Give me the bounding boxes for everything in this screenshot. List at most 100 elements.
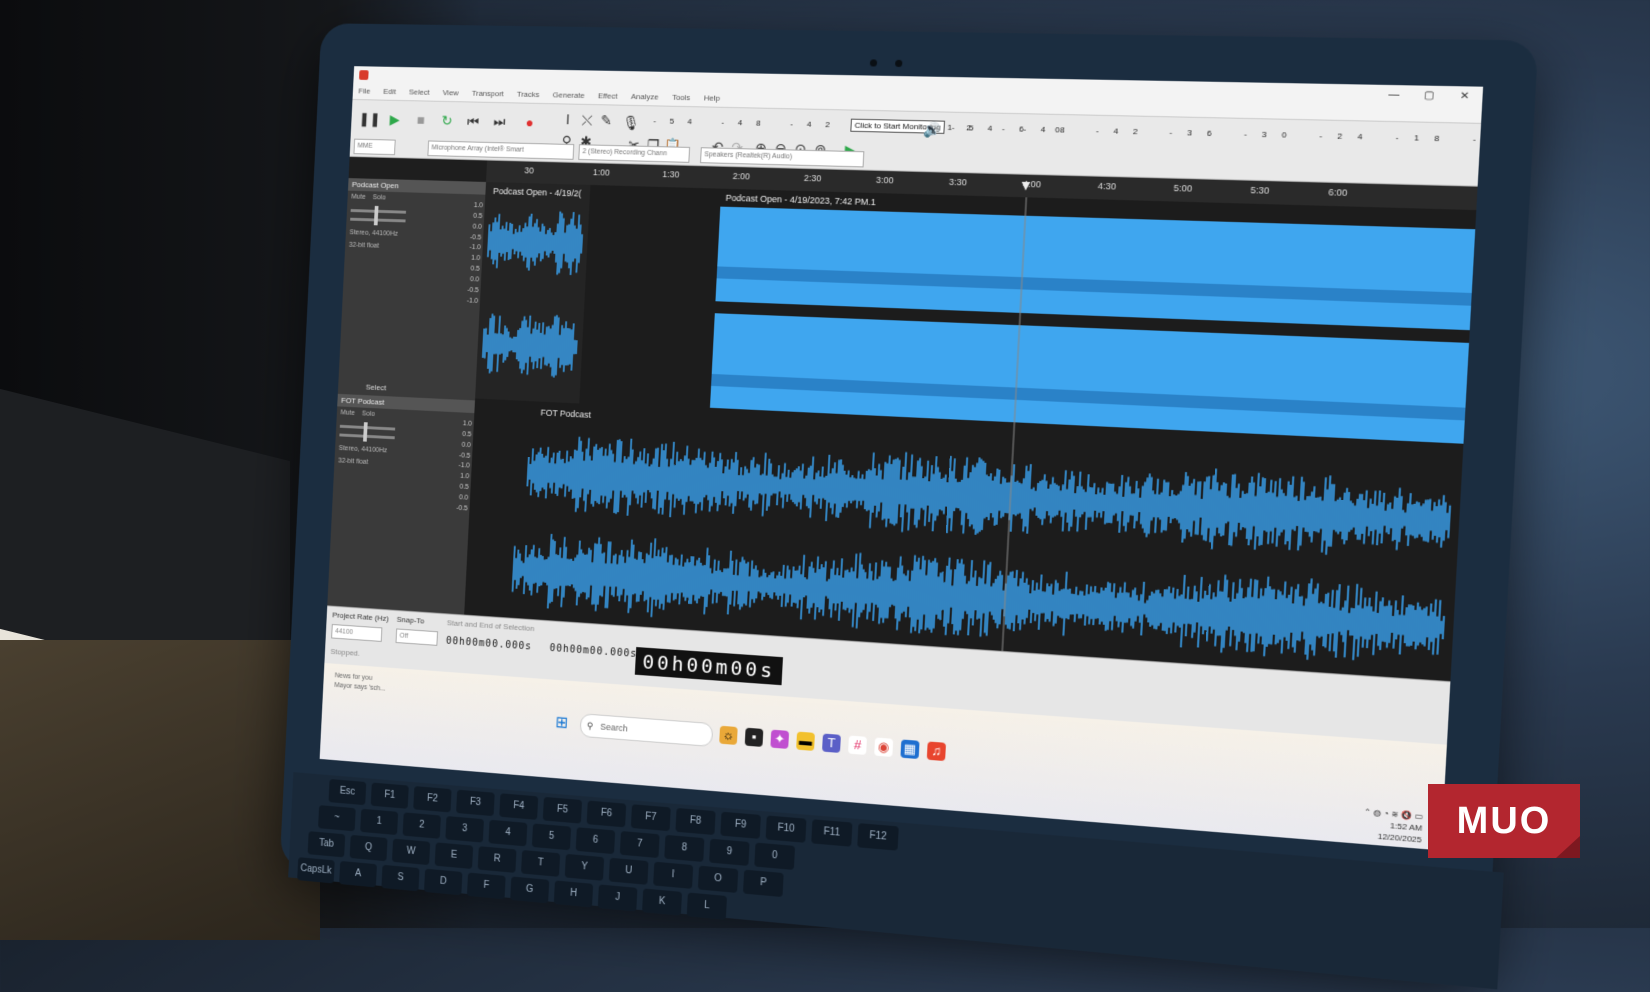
maximize-icon[interactable]: ▢ <box>1411 89 1447 101</box>
snap-to-select[interactable]: Off <box>395 628 439 646</box>
waveform-sample <box>1127 593 1129 623</box>
waveform-sample <box>1146 600 1147 617</box>
waveform-sample <box>1117 593 1119 621</box>
keyboard-key: 4 <box>488 819 528 847</box>
waveform-sample <box>667 467 668 492</box>
select-button[interactable]: Select <box>366 383 387 393</box>
waveform-sample <box>1207 584 1210 641</box>
keyboard-key: F9 <box>720 811 761 839</box>
news-widget[interactable]: News for you Mayor says 'sch... <box>334 671 386 694</box>
windows-start-icon[interactable]: ⊞ <box>555 714 571 732</box>
waveform-sample <box>531 448 533 495</box>
file-explorer-icon[interactable]: ▬ <box>796 731 815 751</box>
menu-analyze[interactable]: Analyze <box>631 89 659 105</box>
skip-start-icon[interactable]: ⏮ <box>462 110 484 132</box>
system-tray[interactable]: ⌃ ◍ ◔ ≋ 🔇 ▭ 1:52 AM 12/20/2025 <box>1362 806 1423 846</box>
playhead-cursor-icon[interactable]: ▼ <box>1018 177 1033 194</box>
waveform-sample <box>762 572 766 597</box>
waveform-sample <box>881 479 882 502</box>
waveform-sample <box>570 559 571 587</box>
selection-end-time[interactable]: 00h00m00.000s <box>549 643 637 660</box>
menu-tracks[interactable]: Tracks <box>517 87 540 103</box>
keyboard-key: 0 <box>754 842 796 870</box>
scale-label: -1.0 <box>466 297 479 305</box>
loop-icon[interactable]: ↻ <box>436 110 458 132</box>
pan-slider[interactable] <box>339 433 395 440</box>
waveform-sample <box>857 471 859 508</box>
host-select[interactable]: MME <box>353 138 396 156</box>
stop-icon[interactable]: ■ <box>410 109 432 131</box>
waveform-sample <box>1443 616 1444 639</box>
menu-generate[interactable]: Generate <box>552 87 585 103</box>
minimize-icon[interactable]: — <box>1376 88 1412 101</box>
clip-2-left-channel[interactable] <box>715 206 1476 331</box>
store-icon[interactable]: ▦ <box>900 739 920 760</box>
waveform-sample <box>545 559 546 583</box>
menu-effect[interactable]: Effect <box>598 88 618 104</box>
recording-device-select[interactable]: Microphone Array (Intel® Smart <box>427 140 575 160</box>
menu-tools[interactable]: Tools <box>672 90 691 106</box>
playback-meter-scale[interactable]: -54 -48 -42 -36 -30 -24 -18 -12 -6 0 <box>952 123 1484 148</box>
keyboard-key: D <box>423 868 463 896</box>
audacity-taskbar-icon[interactable]: ♫ <box>926 741 947 762</box>
close-icon[interactable]: ✕ <box>1447 90 1483 102</box>
waveform-sample <box>806 579 807 596</box>
solo-button[interactable]: Solo <box>362 410 375 417</box>
taskbar-search-box[interactable]: ⚲ Search <box>579 713 714 748</box>
chrome-icon[interactable]: ◉ <box>874 737 894 758</box>
playback-device-select[interactable]: Speakers (Realtek(R) Audio) <box>700 147 865 168</box>
record-icon[interactable]: ● <box>519 111 541 133</box>
window-controls: — ▢ ✕ <box>1376 88 1483 102</box>
waveform-sample <box>1420 506 1422 534</box>
keyboard-key: L <box>686 892 728 920</box>
status-text: Stopped. <box>330 647 361 658</box>
waveform-sample <box>733 575 734 591</box>
solo-button[interactable]: Solo <box>373 194 386 201</box>
waveform-sample <box>530 464 531 480</box>
waveform-sample <box>774 578 775 592</box>
audio-position-display[interactable]: 00h00m00s <box>634 647 783 686</box>
menu-select[interactable]: Select <box>409 85 430 101</box>
widgets-icon[interactable]: ☼ <box>719 725 738 745</box>
skip-end-icon[interactable]: ⏭ <box>489 111 511 133</box>
track-control-panel[interactable]: FOT Podcast Mute Solo Stereo, 44100Hz 32… <box>327 393 476 615</box>
waveform-sample <box>715 571 716 593</box>
waveform-sample <box>701 565 703 596</box>
waveform-sample <box>757 576 760 592</box>
menu-transport[interactable]: Transport <box>471 86 504 102</box>
menu-edit[interactable]: Edit <box>383 84 397 100</box>
play-icon[interactable]: ▶ <box>384 108 405 130</box>
draw-tool-icon[interactable]: ✎ <box>595 109 617 131</box>
waveform-sample <box>543 457 545 487</box>
gain-slider[interactable] <box>339 424 396 431</box>
ruler-tick: 2:00 <box>732 171 751 182</box>
copilot-icon[interactable]: ✦ <box>770 729 790 749</box>
waveform-sample <box>1446 513 1447 530</box>
menu-view[interactable]: View <box>442 85 459 101</box>
project-rate-select[interactable]: 44100 <box>331 623 383 642</box>
menu-file[interactable]: File <box>358 84 371 100</box>
waveform-sample <box>621 463 622 491</box>
selection-start-time[interactable]: 00h00m00.000s <box>446 636 532 653</box>
pause-icon[interactable]: ❚❚ <box>358 108 381 130</box>
waveform-sample <box>853 478 854 501</box>
waveform-sample <box>760 473 763 495</box>
waveform-sample <box>548 463 549 483</box>
mute-button[interactable]: Mute <box>351 194 366 201</box>
waveform-sample <box>821 467 823 509</box>
waveform-sample <box>1377 491 1380 546</box>
track-control-panel[interactable]: Podcast Open Mute Solo Stereo, 44100Hz 3… <box>337 178 487 401</box>
teams-icon[interactable]: T <box>822 733 841 753</box>
task-view-icon[interactable]: ▪ <box>744 727 764 747</box>
waveform-sample <box>1175 495 1176 518</box>
selection-mode-select[interactable]: Start and End of Selection <box>447 618 535 633</box>
mute-button[interactable]: Mute <box>340 409 355 416</box>
menu-help[interactable]: Help <box>704 90 721 106</box>
gain-slider[interactable] <box>350 209 407 214</box>
slack-icon[interactable]: # <box>848 735 868 755</box>
pan-slider[interactable] <box>350 217 406 223</box>
recording-channels-select[interactable]: 2 (Stereo) Recording Chann <box>578 144 691 163</box>
waveform-sample <box>520 232 521 252</box>
waveform-sample <box>551 233 552 254</box>
waveform-sample <box>1411 504 1413 534</box>
